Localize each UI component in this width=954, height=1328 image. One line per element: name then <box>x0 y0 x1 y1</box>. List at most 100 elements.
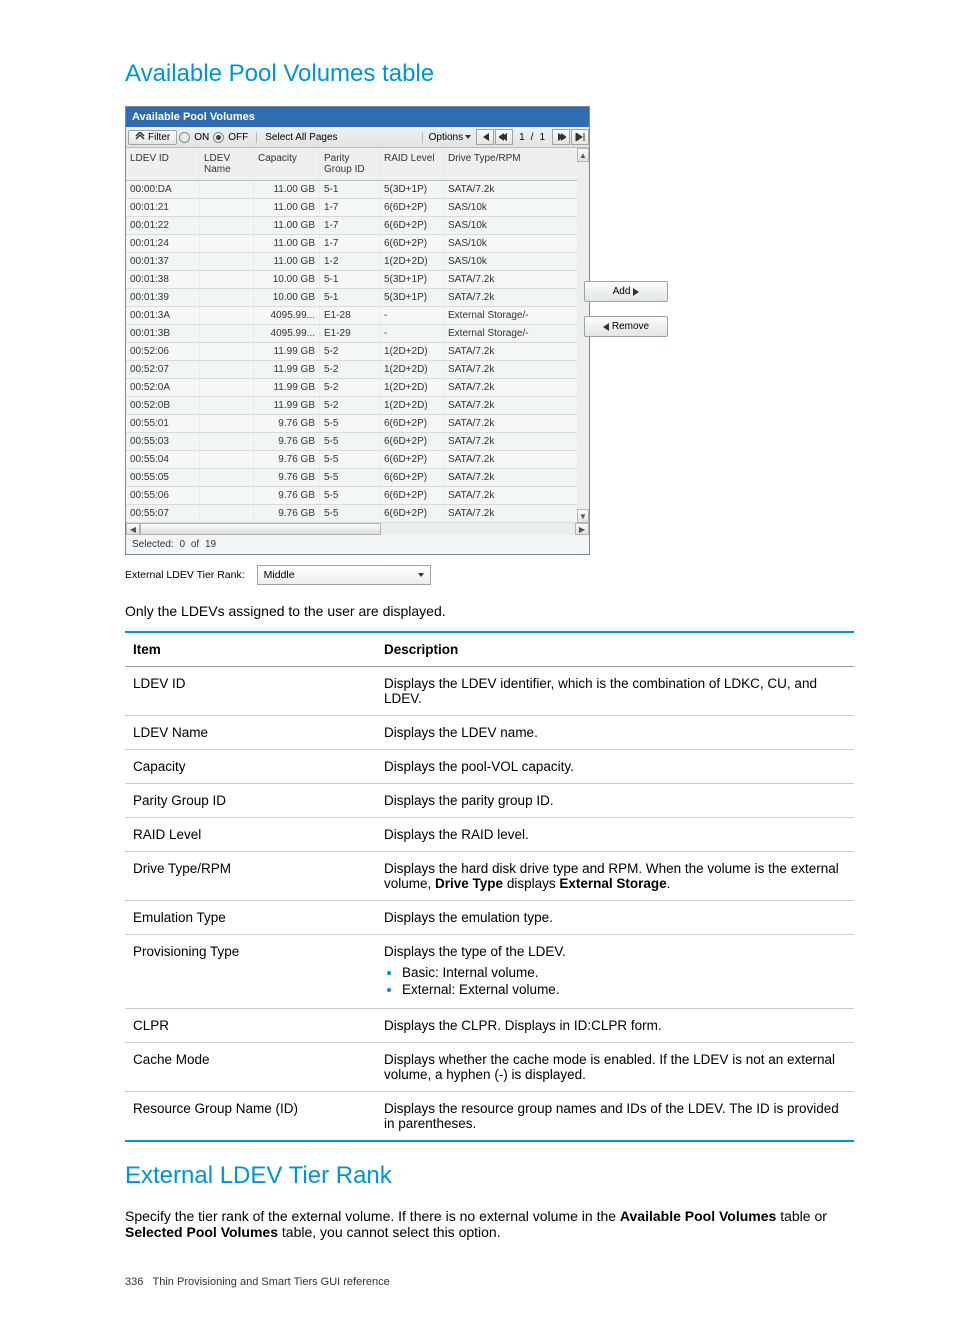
desc-item: Drive Type/RPM <box>125 852 376 901</box>
table-row[interactable]: 00:55:049.76 GB5-56(6D+2P)SATA/7.2k <box>126 451 577 469</box>
cell-drive: External Storage/- <box>444 325 554 342</box>
cell-raid: 1(2D+2D) <box>380 253 444 270</box>
cell-ldev-id: 00:55:06 <box>126 487 200 504</box>
scroll-down-icon[interactable]: ▼ <box>577 509 589 523</box>
table-row[interactable]: 00:01:3910.00 GB5-15(3D+1P)SATA/7.2k <box>126 289 577 307</box>
filter-off-radio[interactable] <box>213 132 224 143</box>
table-row[interactable]: 00:52:0A11.99 GB5-21(2D+2D)SATA/7.2k <box>126 379 577 397</box>
cell-ldev-id: 00:01:24 <box>126 235 200 252</box>
col-capacity[interactable]: Capacity <box>254 148 320 180</box>
table-row[interactable]: 00:55:039.76 GB5-56(6D+2P)SATA/7.2k <box>126 433 577 451</box>
desc-text: Displays the RAID level. <box>376 818 854 852</box>
desc-text: Displays whether the cache mode is enabl… <box>376 1043 854 1092</box>
filter-on-radio[interactable] <box>179 132 190 143</box>
cell-capacity: 9.76 GB <box>254 415 320 432</box>
cell-drive: SAS/10k <box>444 199 554 216</box>
cell-ldev-name <box>200 271 254 288</box>
cell-ldev-name <box>200 505 254 522</box>
scroll-up-icon[interactable]: ▲ <box>577 148 589 162</box>
grid-header: LDEV ID LDEV Name Capacity Parity Group … <box>126 148 577 181</box>
table-row[interactable]: 00:52:0B11.99 GB5-21(2D+2D)SATA/7.2k <box>126 397 577 415</box>
cell-capacity: 9.76 GB <box>254 505 320 522</box>
desc-text: Displays the pool-VOL capacity. <box>376 750 854 784</box>
table-row[interactable]: 00:01:2411.00 GB1-76(6D+2P)SAS/10k <box>126 235 577 253</box>
col-raid-level[interactable]: RAID Level <box>380 148 444 180</box>
table-row[interactable]: 00:52:0611.99 GB5-21(2D+2D)SATA/7.2k <box>126 343 577 361</box>
page-prev-button[interactable] <box>495 129 513 145</box>
cell-ldev-id: 00:55:03 <box>126 433 200 450</box>
col-parity-group[interactable]: Parity Group ID <box>320 148 380 180</box>
page-current: 1 <box>513 132 531 143</box>
cell-raid: 6(6D+2P) <box>380 487 444 504</box>
chevron-right-icon <box>633 288 639 296</box>
cell-parity-group: E1-29 <box>320 325 380 342</box>
cell-ldev-name <box>200 181 254 198</box>
desc-row: LDEV IDDisplays the LDEV identifier, whi… <box>125 667 854 716</box>
desc-item: Provisioning Type <box>125 935 376 1009</box>
desc-head-item: Item <box>125 632 376 667</box>
table-row[interactable]: 00:01:2111.00 GB1-76(6D+2P)SAS/10k <box>126 199 577 217</box>
remove-button[interactable]: Remove <box>584 316 668 337</box>
cell-parity-group: 5-5 <box>320 451 380 468</box>
select-all-pages-button[interactable]: Select All Pages <box>256 132 341 143</box>
desc-row: LDEV NameDisplays the LDEV name. <box>125 716 854 750</box>
cell-raid: 6(6D+2P) <box>380 505 444 522</box>
page-next-button[interactable] <box>552 129 570 145</box>
table-row[interactable]: 00:55:059.76 GB5-56(6D+2P)SATA/7.2k <box>126 469 577 487</box>
desc-item: Resource Group Name (ID) <box>125 1092 376 1142</box>
cell-ldev-id: 00:52:0A <box>126 379 200 396</box>
table-row[interactable]: 00:01:3B4095.99...E1-29-External Storage… <box>126 325 577 343</box>
cell-capacity: 11.00 GB <box>254 235 320 252</box>
description-table: Item Description LDEV IDDisplays the LDE… <box>125 631 854 1142</box>
cell-ldev-name <box>200 199 254 216</box>
desc-text: Displays the emulation type. <box>376 901 854 935</box>
filter-button[interactable]: Filter <box>128 130 177 145</box>
table-row[interactable]: 00:01:3A4095.99...E1-28-External Storage… <box>126 307 577 325</box>
tier-rank-select[interactable]: Middle <box>257 565 431 585</box>
cell-parity-group: 5-5 <box>320 505 380 522</box>
cell-ldev-id: 00:01:39 <box>126 289 200 306</box>
cell-drive: SATA/7.2k <box>444 379 554 396</box>
cell-capacity: 11.99 GB <box>254 397 320 414</box>
cell-ldev-id: 00:01:21 <box>126 199 200 216</box>
desc-text: Displays the CLPR. Displays in ID:CLPR f… <box>376 1009 854 1043</box>
scroll-thumb[interactable] <box>140 523 381 535</box>
tier-rank-label: External LDEV Tier Rank: <box>125 569 245 581</box>
filter-on-label: ON <box>190 132 213 143</box>
horizontal-scrollbar[interactable]: ◀ ▶ <box>126 523 589 535</box>
cell-drive: SATA/7.2k <box>444 181 554 198</box>
cell-raid: - <box>380 325 444 342</box>
table-row[interactable]: 00:01:2211.00 GB1-76(6D+2P)SAS/10k <box>126 217 577 235</box>
add-button[interactable]: Add <box>584 281 668 302</box>
col-drive-type[interactable]: Drive Type/RPM <box>444 148 554 180</box>
table-row[interactable]: 00:55:019.76 GB5-56(6D+2P)SATA/7.2k <box>126 415 577 433</box>
cell-drive: SAS/10k <box>444 217 554 234</box>
table-row[interactable]: 00:52:0711.99 GB5-21(2D+2D)SATA/7.2k <box>126 361 577 379</box>
cell-raid: 1(2D+2D) <box>380 343 444 360</box>
desc-item: LDEV Name <box>125 716 376 750</box>
scroll-left-icon[interactable]: ◀ <box>126 523 140 535</box>
scroll-right-icon[interactable]: ▶ <box>575 523 589 535</box>
cell-drive: SAS/10k <box>444 253 554 270</box>
table-row[interactable]: 00:00:DA11.00 GB5-15(3D+1P)SATA/7.2k <box>126 181 577 199</box>
cell-drive: SATA/7.2k <box>444 415 554 432</box>
table-row[interactable]: 00:55:079.76 GB5-56(6D+2P)SATA/7.2k <box>126 505 577 523</box>
cell-capacity: 11.99 GB <box>254 343 320 360</box>
col-ldev-id[interactable]: LDEV ID <box>126 148 200 180</box>
cell-ldev-name <box>200 415 254 432</box>
desc-row: Drive Type/RPMDisplays the hard disk dri… <box>125 852 854 901</box>
cell-raid: 1(2D+2D) <box>380 379 444 396</box>
cell-drive: SATA/7.2k <box>444 469 554 486</box>
page-last-button[interactable] <box>571 129 589 145</box>
page-first-button[interactable] <box>476 129 494 145</box>
list-item: Basic: Internal volume. <box>402 965 846 980</box>
options-button[interactable]: Options <box>422 132 475 143</box>
cell-ldev-name <box>200 433 254 450</box>
table-row[interactable]: 00:01:3810.00 GB5-15(3D+1P)SATA/7.2k <box>126 271 577 289</box>
table-row[interactable]: 00:01:3711.00 GB1-21(2D+2D)SAS/10k <box>126 253 577 271</box>
table-row[interactable]: 00:55:069.76 GB5-56(6D+2P)SATA/7.2k <box>126 487 577 505</box>
col-ldev-name[interactable]: LDEV Name <box>200 148 254 180</box>
cell-raid: 5(3D+1P) <box>380 289 444 306</box>
desc-item: Cache Mode <box>125 1043 376 1092</box>
cell-ldev-name <box>200 235 254 252</box>
